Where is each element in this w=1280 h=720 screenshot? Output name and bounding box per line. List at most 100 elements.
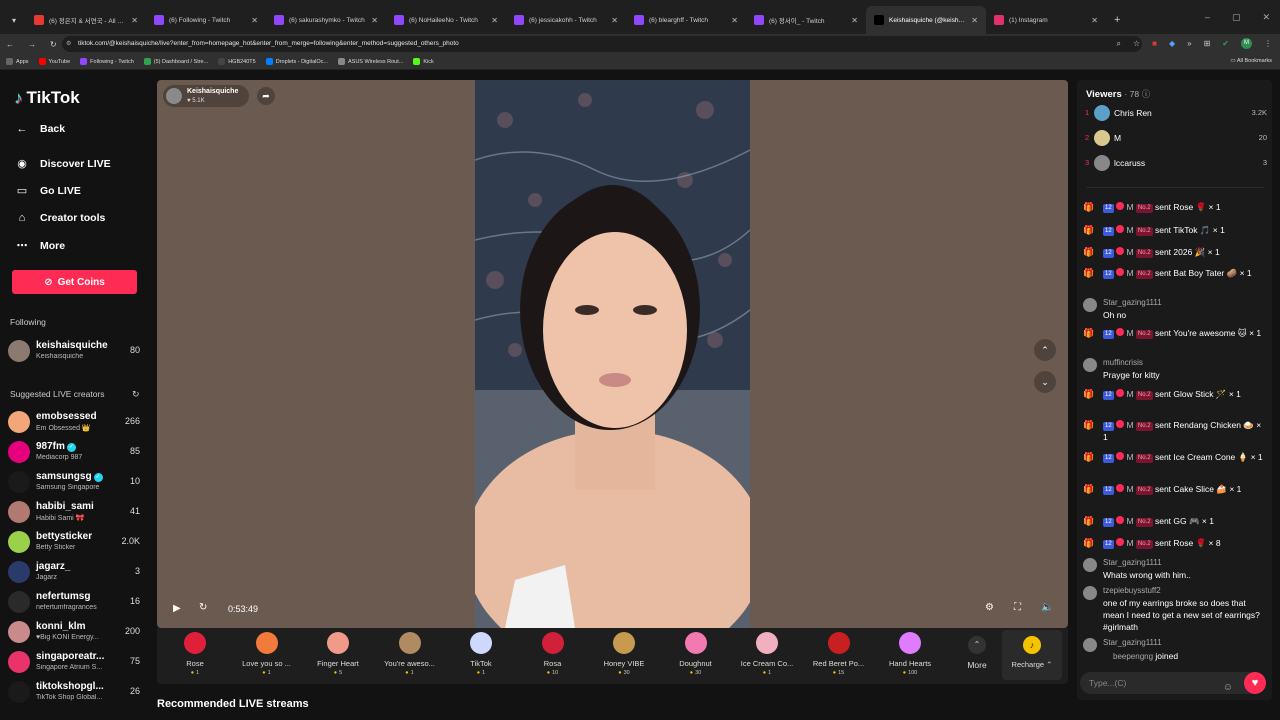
- site-info-icon[interactable]: ⚙: [66, 36, 71, 52]
- avatar[interactable]: [1094, 130, 1110, 146]
- browser-tab[interactable]: (6) jessicakohh - Twitch ✕: [506, 6, 626, 34]
- viewer-name[interactable]: M: [1114, 133, 1121, 143]
- chat-username[interactable]: muffincrisis: [1103, 357, 1267, 369]
- chat-username[interactable]: tzepiebuysstuff2: [1103, 585, 1267, 597]
- extensions-puzzle-icon[interactable]: ⊞: [1204, 39, 1211, 48]
- refresh-icon[interactable]: ↻: [132, 389, 140, 400]
- extension-icon[interactable]: ✔: [1222, 39, 1229, 48]
- tab-close-icon[interactable]: ✕: [731, 16, 738, 25]
- refresh-stream-icon[interactable]: ↻: [199, 602, 207, 613]
- get-coins-button[interactable]: ⊘ Get Coins: [12, 270, 137, 294]
- browser-tab[interactable]: (6) blearghff - Twitch ✕: [626, 6, 746, 34]
- bookmark-item[interactable]: (5) Dashboard / Stre...: [143, 58, 208, 65]
- tab-close-icon[interactable]: ✕: [491, 16, 498, 25]
- tab-close-icon[interactable]: ✕: [851, 16, 858, 25]
- minimize-button[interactable]: –: [1205, 12, 1210, 23]
- viewer-row[interactable]: 1 Chris Ren 3.2K: [1085, 104, 1267, 124]
- chat-username[interactable]: M: [1126, 538, 1133, 548]
- creator-item[interactable]: tiktokshopgl... TikTok Shop Global... 26: [8, 679, 148, 707]
- browser-tab[interactable]: (6) Following - Twitch ✕: [146, 6, 266, 34]
- reload-icon[interactable]: ↻: [50, 40, 57, 49]
- chat-input[interactable]: Type...(C) ☺: [1080, 672, 1266, 694]
- avatar[interactable]: [8, 441, 30, 463]
- previous-stream-button[interactable]: ⌃: [1034, 339, 1056, 361]
- viewer-name[interactable]: Chris Ren: [1114, 108, 1152, 118]
- chat-username[interactable]: Star_gazing1111: [1103, 557, 1267, 569]
- creator-item[interactable]: emobsessed Em Obsessed 👑 266: [8, 409, 148, 437]
- next-stream-button[interactable]: ⌄: [1034, 371, 1056, 393]
- avatar[interactable]: [1094, 105, 1110, 121]
- tab-close-icon[interactable]: ✕: [971, 16, 978, 25]
- avatar[interactable]: [1083, 586, 1097, 600]
- chat-username[interactable]: Star_gazing1111: [1103, 297, 1267, 309]
- tab-search-icon[interactable]: ▾: [4, 10, 24, 30]
- nav-item-discover-live[interactable]: ◉ Discover LIVE: [14, 157, 110, 171]
- tab-close-icon[interactable]: ✕: [131, 16, 138, 25]
- gift-item[interactable]: Finger Heart 5: [302, 632, 374, 676]
- nav-item-creator-tools[interactable]: ⌂ Creator tools: [14, 212, 106, 224]
- forward-nav-icon[interactable]: →: [28, 40, 36, 49]
- bookmark-star-icon[interactable]: ☆: [1133, 39, 1140, 48]
- viewer-row[interactable]: 3 lccaruss 3: [1085, 154, 1267, 174]
- creator-item[interactable]: 987fm ✓ Mediacorp 987 85: [8, 439, 148, 467]
- live-stage[interactable]: Keishaisquiche ♥ 5.1K ➦ ⌃ ⌄ ▶ ↻ 0:53:49 …: [157, 80, 1068, 628]
- gift-item[interactable]: Love you so ... 1: [231, 632, 303, 676]
- tab-close-icon[interactable]: ✕: [611, 16, 618, 25]
- extension-icon[interactable]: ■: [1152, 39, 1157, 48]
- fullscreen-icon[interactable]: ⛶: [1014, 602, 1021, 613]
- browser-tab[interactable]: (1) Instagram ✕: [986, 6, 1106, 34]
- share-icon[interactable]: ➦: [257, 87, 275, 105]
- avatar[interactable]: [8, 561, 30, 583]
- gift-item[interactable]: Hand Hearts 100: [874, 632, 946, 676]
- creator-item[interactable]: jagarz_ Jagarz 3: [8, 559, 148, 587]
- chat-username[interactable]: Star_gazing1111: [1103, 637, 1267, 649]
- extension-icon[interactable]: »: [1187, 39, 1191, 48]
- avatar[interactable]: [8, 340, 30, 362]
- chat-username[interactable]: M: [1126, 516, 1133, 526]
- gift-item[interactable]: Red Beret Po... 15: [803, 632, 875, 676]
- host-info-pill[interactable]: Keishaisquiche ♥ 5.1K: [163, 85, 249, 107]
- host-name[interactable]: Keishaisquiche: [187, 88, 238, 95]
- avatar[interactable]: [8, 501, 30, 523]
- browser-tab[interactable]: (6) 정서이_ - Twitch ✕: [746, 6, 866, 34]
- creator-item[interactable]: keishaisquiche Keishaisquiche 80: [8, 338, 148, 366]
- bookmark-item[interactable]: ASUS Wireless Rout...: [337, 58, 403, 65]
- chat-username[interactable]: M: [1126, 202, 1133, 212]
- gift-item[interactable]: Rosa 10: [517, 632, 589, 676]
- browser-tab[interactable]: (6) NoHaileeNo - Twitch ✕: [386, 6, 506, 34]
- chat-username[interactable]: M: [1126, 484, 1133, 494]
- info-icon[interactable]: ⓘ: [1142, 89, 1151, 99]
- browser-tab[interactable]: Keishaisquiche (@keishaisquiche) ✕: [866, 6, 986, 34]
- all-bookmarks-button[interactable]: ▭ All Bookmarks: [1230, 58, 1272, 64]
- nav-item-go-live[interactable]: ▭ Go LIVE: [14, 184, 81, 198]
- bookmark-item[interactable]: YouTube: [38, 58, 70, 65]
- creator-item[interactable]: habibi_sami Habibi Sami 🎀 41: [8, 499, 148, 527]
- viewer-row[interactable]: 2 M 20: [1085, 129, 1267, 149]
- bookmark-item[interactable]: Kick: [413, 58, 434, 65]
- viewer-name[interactable]: lccaruss: [1114, 158, 1145, 168]
- avatar[interactable]: [8, 591, 30, 613]
- url-field[interactable]: ⚙ tiktok.com/@keishaisquiche/live?enter_…: [62, 36, 1142, 52]
- emoji-icon[interactable]: ☺: [1223, 677, 1233, 699]
- chat-username[interactable]: M: [1126, 247, 1133, 257]
- back-nav-icon[interactable]: ←: [6, 40, 14, 49]
- avatar[interactable]: [1083, 298, 1097, 312]
- tab-close-icon[interactable]: ✕: [1091, 16, 1098, 25]
- avatar[interactable]: [8, 411, 30, 433]
- chat-username[interactable]: beepengng: [1113, 652, 1153, 661]
- avatar[interactable]: [1094, 155, 1110, 171]
- maximize-button[interactable]: ▢: [1232, 12, 1241, 23]
- bookmark-item[interactable]: HGB240T5: [218, 58, 256, 65]
- gift-item[interactable]: Ice Cream Co... 1: [731, 632, 803, 676]
- avatar[interactable]: [1083, 558, 1097, 572]
- chat-username[interactable]: M: [1126, 225, 1133, 235]
- bookmark-item[interactable]: Droplets - DigitalOc...: [265, 58, 328, 65]
- settings-icon[interactable]: ⚙: [985, 602, 994, 613]
- creator-item[interactable]: konni_klm ♥Big KONI Energy... 200: [8, 619, 148, 647]
- avatar[interactable]: [8, 651, 30, 673]
- creator-item[interactable]: samsungsg ✓ Samsung Singapore 10: [8, 469, 148, 497]
- chat-username[interactable]: M: [1126, 452, 1133, 462]
- bookmark-item[interactable]: Apps: [6, 58, 29, 65]
- more-gifts-button[interactable]: ⌃ More: [959, 636, 995, 670]
- avatar[interactable]: [8, 531, 30, 553]
